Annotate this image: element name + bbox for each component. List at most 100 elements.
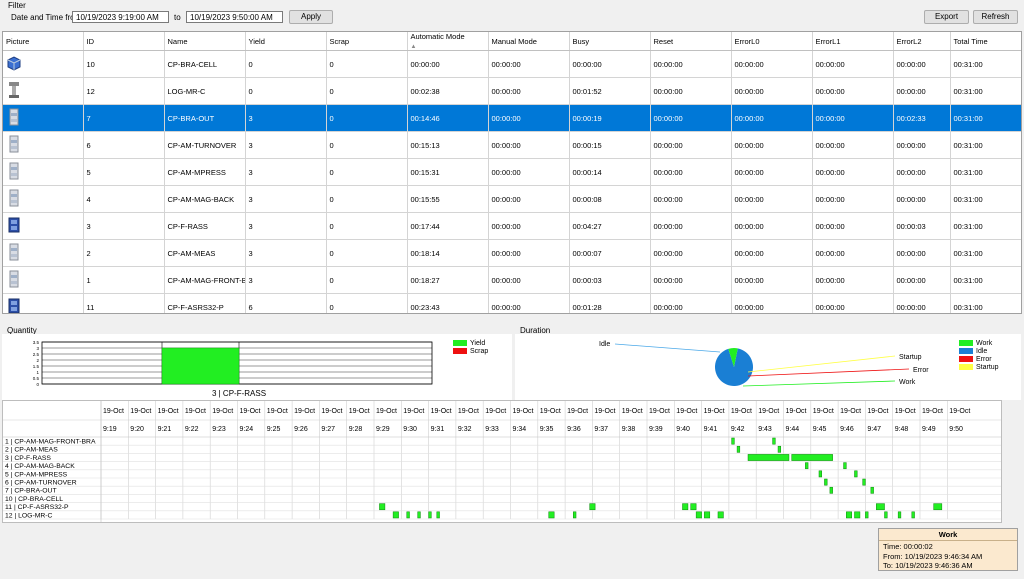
work-segment[interactable]	[854, 470, 858, 478]
work-segment[interactable]	[846, 511, 852, 519]
legend-swatch	[959, 356, 973, 362]
work-segment[interactable]	[379, 503, 386, 511]
table-cell: 00:00:00	[812, 185, 894, 213]
time-label: 9:20	[130, 426, 144, 433]
picture-cell	[3, 158, 84, 186]
time-label: 9:34	[513, 426, 527, 433]
column-header[interactable]: Name	[164, 32, 246, 51]
table-row[interactable]: 3 CP-F-RASS 3 0 00:17:44 00:00:00 00:04:27 00:0…	[3, 212, 1021, 240]
work-segment[interactable]	[392, 511, 399, 519]
work-segment[interactable]	[736, 445, 741, 453]
work-segment[interactable]	[417, 511, 421, 519]
callout-line	[747, 368, 910, 377]
legend-label: Work	[976, 340, 993, 347]
table-cell: 00:00:00	[650, 239, 732, 267]
y-tick-label: 1	[36, 370, 39, 375]
work-segment[interactable]	[862, 478, 866, 486]
table-cell: 00:00:00	[488, 50, 570, 78]
legend-label: Scrap	[470, 348, 488, 355]
table-cell: 00:00:00	[731, 239, 813, 267]
work-segment[interactable]	[884, 511, 888, 519]
station-icon	[6, 269, 80, 291]
work-segment[interactable]	[548, 511, 555, 519]
work-segment[interactable]	[704, 511, 711, 519]
column-header[interactable]: Reset	[650, 32, 732, 51]
work-segment[interactable]	[731, 437, 735, 445]
column-header[interactable]: Total Time	[950, 32, 1021, 51]
work-segment[interactable]	[854, 511, 861, 519]
work-segment[interactable]	[876, 503, 885, 511]
refresh-button[interactable]: Refresh	[973, 10, 1018, 24]
column-header[interactable]: Automatic Mode ▲	[407, 32, 489, 51]
table-cell: 00:00:00	[731, 185, 813, 213]
table-cell: 00:00:15	[569, 131, 651, 159]
work-segment[interactable]	[870, 486, 874, 494]
table-cell: 3	[245, 239, 327, 267]
table-row[interactable]: 1 CP-AM-MAG-FRONT-B... 3 0 00:18:27 00:00:00 0…	[3, 266, 1021, 294]
table-row[interactable]: 2 CP-AM-MEAS 3 0 00:18:14 00:00:00 00:00:07 00:…	[3, 239, 1021, 267]
column-header[interactable]: Yield	[245, 32, 327, 51]
table-cell: 0	[326, 104, 408, 132]
table-row[interactable]: 11 CP-F-ASRS32-P 6 0 00:23:43 00:00:00 00:01:2…	[3, 293, 1021, 313]
work-segment[interactable]	[428, 511, 432, 519]
work-segment[interactable]	[933, 503, 943, 511]
time-label: 9:27	[321, 426, 335, 433]
work-segment[interactable]	[818, 470, 822, 478]
work-segment[interactable]	[777, 445, 782, 453]
work-segment[interactable]	[695, 511, 702, 519]
work-tooltip: Work Time: 00:00:02 From: 10/19/2023 9:4…	[878, 528, 1018, 571]
work-segment[interactable]	[406, 511, 410, 519]
work-segment[interactable]	[717, 511, 724, 519]
time-label: 9:29	[376, 426, 390, 433]
table-cell: 00:00:00	[650, 293, 732, 313]
work-segment[interactable]	[805, 462, 809, 470]
picture-cell	[3, 77, 84, 105]
work-segment[interactable]	[911, 511, 915, 519]
column-header[interactable]: Manual Mode	[488, 32, 570, 51]
work-segment[interactable]	[829, 486, 833, 494]
column-header[interactable]: ID	[83, 32, 165, 51]
work-segment[interactable]	[747, 454, 790, 461]
column-header[interactable]: Busy	[569, 32, 651, 51]
table-cell: 3	[83, 212, 165, 240]
table-row[interactable]: 10 CP-BRA-CELL 0 0 00:00:00 00:00:00 00:00:00 0…	[3, 50, 1021, 78]
cabinet-icon	[6, 215, 80, 237]
table-row[interactable]: 4 CP-AM-MAG-BACK 3 0 00:15:55 00:00:00 00:00:0…	[3, 185, 1021, 213]
work-segment[interactable]	[690, 503, 697, 511]
stations-grid[interactable]: Picture ID Name Yield Scrap Automatic Mode ▲ M…	[2, 31, 1022, 314]
work-segment[interactable]	[573, 511, 577, 519]
table-row[interactable]: 12 LOG-MR-C 0 0 00:02:38 00:00:00 00:01:52 00:0…	[3, 77, 1021, 105]
table-row[interactable]: 7 CP-BRA-OUT 3 0 00:14:46 00:00:00 00:00:19 00:…	[3, 104, 1021, 132]
work-segment[interactable]	[791, 454, 833, 461]
work-segment[interactable]	[843, 462, 847, 470]
to-datetime-picker[interactable]: 10/19/2023 9:50:00 AM	[186, 11, 283, 23]
work-segment[interactable]	[772, 437, 776, 445]
column-header[interactable]: Picture	[3, 32, 84, 51]
column-header[interactable]: Scrap	[326, 32, 408, 51]
table-row[interactable]: 6 CP-AM-TURNOVER 3 0 00:15:13 00:00:00 00:00:1…	[3, 131, 1021, 159]
work-segment[interactable]	[589, 503, 596, 511]
work-segment[interactable]	[824, 478, 828, 486]
timeline-gantt[interactable]: 19-Oct 9:19 19-Oct 9:20 19-Oct 9:21 19-Oct 9:22…	[2, 400, 1002, 523]
date-label: 19-Oct	[403, 408, 424, 415]
table-cell: 00:00:00	[488, 104, 570, 132]
date-label: 19-Oct	[376, 408, 397, 415]
table-cell: 3	[245, 266, 327, 294]
from-datetime-picker[interactable]: 10/19/2023 9:19:00 AM	[72, 11, 169, 23]
work-segment[interactable]	[436, 511, 440, 519]
table-row[interactable]: 5 CP-AM-MPRESS 3 0 00:15:31 00:00:00 00:00:14 0…	[3, 158, 1021, 186]
work-segment[interactable]	[682, 503, 689, 511]
legend-label: Error	[976, 356, 992, 363]
column-header[interactable]: ErrorL1	[812, 32, 894, 51]
table-cell: 00:00:03	[569, 266, 651, 294]
apply-button[interactable]: Apply	[289, 10, 333, 24]
export-button[interactable]: Export	[924, 10, 969, 24]
work-segment[interactable]	[897, 511, 902, 519]
column-header[interactable]: ErrorL2	[893, 32, 951, 51]
work-segment[interactable]	[865, 511, 869, 519]
date-label: 19-Oct	[622, 408, 643, 415]
column-header[interactable]: ErrorL0	[731, 32, 813, 51]
table-cell: CP-F-ASRS32-P	[164, 293, 246, 313]
table-cell: 00:00:00	[812, 131, 894, 159]
legend-label: Idle	[976, 348, 987, 355]
